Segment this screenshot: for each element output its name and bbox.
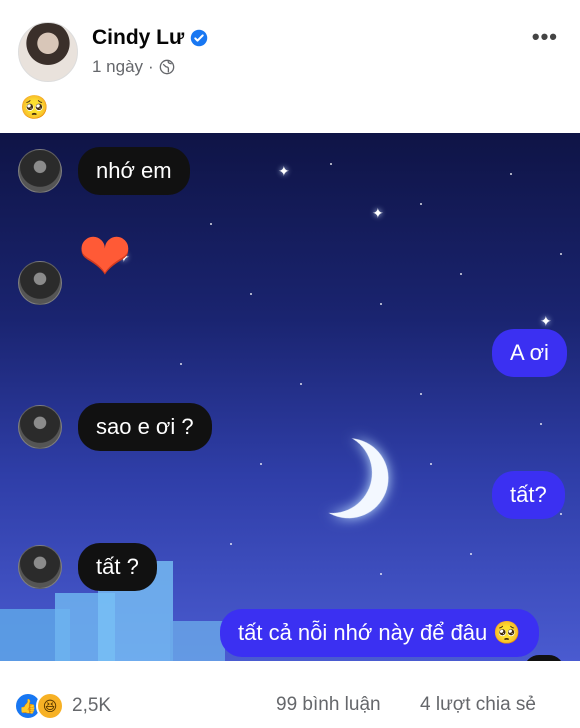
star [560, 253, 562, 255]
message-row: tất ? [18, 543, 157, 591]
star [460, 273, 462, 275]
sparkle-icon: ✦ [278, 163, 290, 179]
post-text-emoji: 🥺 [20, 94, 49, 120]
message-reaction-heart-icon: ❤ [524, 655, 564, 661]
star [560, 513, 562, 515]
star [470, 553, 472, 555]
star [430, 463, 432, 465]
sparkle-icon: ✦ [540, 313, 552, 329]
star [540, 423, 542, 425]
author-name-row[interactable]: Cindy Lư [92, 26, 208, 50]
author-name[interactable]: Cindy Lư [92, 26, 184, 50]
globe-icon [159, 59, 175, 75]
more-options-icon[interactable]: ••• [532, 24, 558, 50]
post-header: Cindy Lư 1 ngày · ••• 🥺 [0, 0, 580, 132]
star [380, 573, 382, 575]
incoming-message: nhớ em [78, 147, 190, 195]
star [250, 293, 252, 295]
meta-separator: · [148, 57, 154, 76]
post-meta: 1 ngày · [92, 57, 175, 77]
crescent-moon [282, 423, 383, 524]
verified-badge-icon [190, 29, 208, 47]
star [510, 173, 512, 175]
post-footer: 👍 😆 2,5K 99 bình luận 4 lượt chia sẻ [0, 662, 580, 728]
sender-avatar [18, 405, 62, 449]
sender-avatar [18, 261, 62, 305]
sender-avatar [18, 545, 62, 589]
reaction-count[interactable]: 2,5K [72, 695, 111, 717]
author-avatar[interactable] [18, 22, 78, 82]
star [330, 163, 332, 165]
outgoing-message: tất? [492, 471, 565, 519]
shares-count[interactable]: 4 lượt chia sẻ [420, 694, 536, 716]
post-time[interactable]: 1 ngày [92, 57, 143, 77]
message-row [18, 261, 62, 305]
star [420, 393, 422, 395]
outgoing-message: tất cả nỗi nhớ này để đâu 🥺 [220, 609, 539, 657]
reaction-summary[interactable]: 👍 😆 2,5K [14, 692, 111, 720]
incoming-message: tất ? [78, 543, 157, 591]
message-row: nhớ em [18, 147, 190, 195]
star [380, 303, 382, 305]
star [420, 203, 422, 205]
sender-avatar [18, 149, 62, 193]
message-row: sao e ơi ? [18, 403, 212, 451]
star [210, 223, 212, 225]
outgoing-message: A ơi [492, 329, 567, 377]
star [300, 383, 302, 385]
sparkle-icon: ✦ [372, 205, 384, 221]
incoming-message: sao e ơi ? [78, 403, 212, 451]
building [170, 621, 225, 661]
comments-count[interactable]: 99 bình luận [276, 694, 381, 716]
chat-screenshot: ✦ ✦ ✦ ✦ nhớ em ❤ A ơi sao e ơi ? tất? tấ… [0, 133, 580, 661]
heart-icon: ❤ [78, 220, 132, 292]
haha-reaction-icon: 😆 [36, 692, 64, 720]
star [260, 463, 262, 465]
star [180, 363, 182, 365]
